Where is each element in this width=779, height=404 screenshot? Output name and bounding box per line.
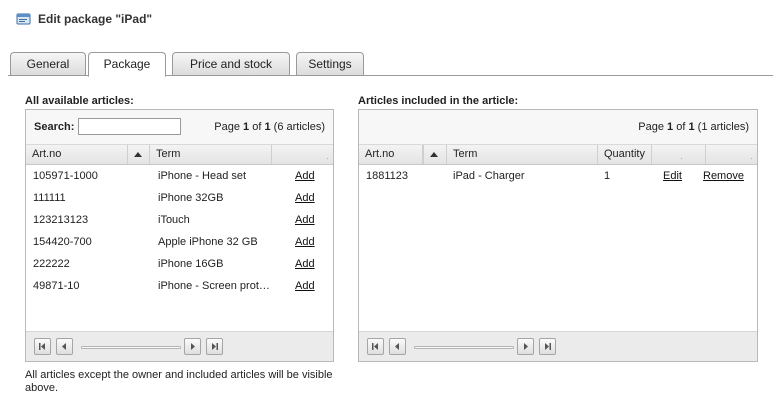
tab-strip: General Package Price and stock Settings (8, 52, 773, 77)
first-page-button[interactable] (34, 338, 51, 355)
table-row: 1881123 iPad - Charger 1 Edit Remove (359, 165, 757, 187)
cell-artno: 123213123 (33, 214, 89, 226)
tab-general-label: General (26, 57, 70, 71)
next-page-button[interactable] (517, 338, 534, 355)
add-link[interactable]: Add (295, 253, 315, 275)
search-input[interactable] (78, 118, 181, 135)
table-row: 105971-1000 iPhone - Head set Add (26, 165, 333, 187)
column-header-artno[interactable]: Art.no (359, 145, 423, 164)
sort-ascending-icon (430, 152, 438, 157)
cell-term: iPhone 32GB (158, 192, 224, 204)
prev-page-icon (395, 343, 399, 350)
table-row: 49871-10 iPhone - Screen prot… Add (26, 275, 333, 297)
prev-page-icon (62, 343, 66, 350)
cell-term: Apple iPhone 32 GB (158, 236, 258, 248)
add-link[interactable]: Add (295, 209, 315, 231)
available-grid-toolbar: Search: Page 1 of 1 (6 articles) (26, 110, 333, 145)
last-page-icon (212, 343, 218, 350)
table-row: 123213123 iTouch Add (26, 209, 333, 231)
included-grid-toolbar: Page 1 of 1 (1 articles) (359, 110, 757, 145)
sort-ascending-icon (134, 152, 142, 157)
table-row: 154420-700 Apple iPhone 32 GB Add (26, 231, 333, 253)
page-slider[interactable] (81, 346, 181, 349)
package-edit-icon (16, 12, 32, 26)
add-link[interactable]: Add (295, 231, 315, 253)
tab-settings-label: Settings (308, 57, 352, 71)
first-page-icon (39, 343, 45, 350)
column-header-action: · (272, 145, 334, 164)
add-link[interactable]: Add (295, 275, 315, 297)
sort-button[interactable] (127, 145, 150, 164)
prev-page-button[interactable] (56, 338, 73, 355)
edit-link[interactable]: Edit (663, 165, 682, 187)
included-pager-info: Page 1 of 1 (1 articles) (638, 121, 749, 133)
available-articles-grid: Search: Page 1 of 1 (6 articles) Art.no … (25, 109, 334, 362)
column-header-remove: · (706, 145, 758, 164)
available-pager-info: Page 1 of 1 (6 articles) (214, 121, 325, 133)
window-title-bar: Edit package "iPad" (0, 0, 779, 40)
column-header-term[interactable]: Term (447, 145, 598, 164)
included-pager-bar (359, 331, 757, 361)
column-header-quantity[interactable]: Quantity (598, 145, 652, 164)
first-page-button[interactable] (367, 338, 384, 355)
tab-general[interactable]: General (10, 52, 86, 76)
tab-settings[interactable]: Settings (296, 52, 364, 76)
included-articles-title: Articles included in the article: (358, 95, 519, 107)
cell-term: iTouch (158, 214, 190, 226)
cell-artno: 222222 (33, 258, 70, 270)
cell-term: iPhone 16GB (158, 258, 224, 270)
cell-quantity: 1 (604, 170, 611, 182)
cell-artno: 111111 (33, 192, 66, 204)
tab-price-and-stock-label: Price and stock (189, 57, 273, 71)
remove-link[interactable]: Remove (703, 165, 744, 187)
search-label: Search: (34, 121, 75, 133)
page-slider[interactable] (414, 346, 514, 349)
next-page-icon (191, 343, 195, 350)
column-header-term[interactable]: Term (150, 145, 272, 164)
included-articles-grid: Page 1 of 1 (1 articles) Art.no Term Qua… (358, 109, 758, 362)
cell-artno: 1881123 (366, 170, 409, 182)
sort-button[interactable] (423, 145, 447, 164)
available-grid-header: Art.no Term · (26, 145, 333, 165)
column-header-edit: · (652, 145, 706, 164)
tab-price-and-stock[interactable]: Price and stock (172, 52, 290, 76)
add-link[interactable]: Add (295, 187, 315, 209)
page-title: Edit package "iPad" (38, 12, 153, 26)
add-link[interactable]: Add (295, 165, 315, 187)
cell-term: iPhone - Head set (158, 170, 247, 182)
table-row: 111111 iPhone 32GB Add (26, 187, 333, 209)
available-footnote: All articles except the owner and includ… (25, 369, 333, 394)
last-page-button[interactable] (539, 338, 556, 355)
cell-artno: 105971-1000 (33, 170, 98, 182)
cell-artno: 49871-10 (33, 280, 80, 292)
included-grid-header: Art.no Term Quantity · · (359, 145, 757, 165)
last-page-button[interactable] (206, 338, 223, 355)
prev-page-button[interactable] (389, 338, 406, 355)
tab-package-label: Package (103, 57, 151, 71)
available-pager-bar (26, 331, 333, 361)
next-page-button[interactable] (184, 338, 201, 355)
tab-package[interactable]: Package (88, 52, 166, 77)
available-articles-title: All available articles: (25, 95, 134, 107)
cell-term: iPhone - Screen prot… (158, 280, 270, 292)
last-page-icon (545, 343, 551, 350)
cell-term: iPad - Charger (453, 170, 525, 182)
cell-artno: 154420-700 (33, 236, 92, 248)
first-page-icon (372, 343, 378, 350)
table-row: 222222 iPhone 16GB Add (26, 253, 333, 275)
next-page-icon (524, 343, 528, 350)
